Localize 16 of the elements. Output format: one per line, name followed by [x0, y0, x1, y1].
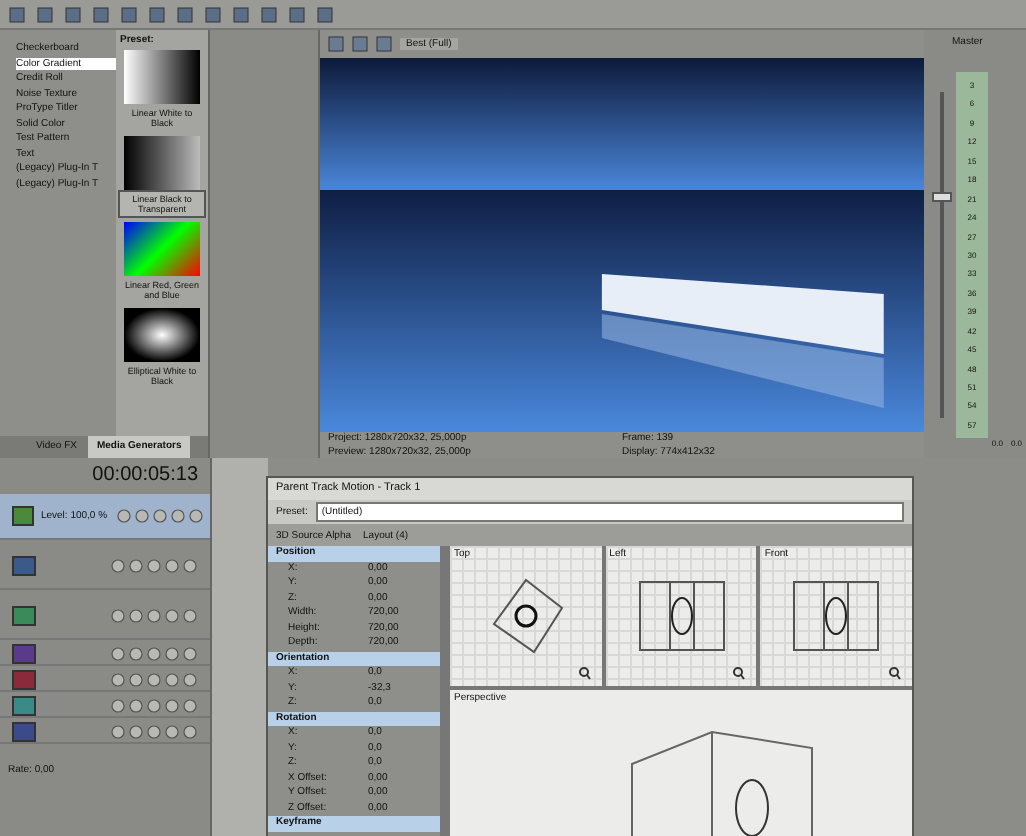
preset-thumbnail[interactable]: [124, 308, 200, 362]
preset-thumbnail[interactable]: [124, 136, 200, 190]
zoom-icon[interactable]: [732, 666, 751, 680]
track-header[interactable]: [0, 696, 210, 718]
side-view-drawing: [792, 580, 881, 652]
fader-handle[interactable]: [932, 192, 952, 203]
track-header[interactable]: [0, 644, 210, 666]
track-buttons-drawing[interactable]: [113, 508, 204, 524]
preset-thumbnail[interactable]: [124, 222, 200, 276]
timecode: 00:00:05:13: [90, 462, 200, 490]
track-header[interactable]: [0, 670, 210, 692]
zoom-icon[interactable]: [577, 666, 596, 680]
track-header[interactable]: [0, 722, 210, 744]
side-view-drawing: [637, 580, 725, 652]
preset-thumbnail[interactable]: [124, 50, 200, 104]
zoom-icon[interactable]: [888, 666, 907, 680]
